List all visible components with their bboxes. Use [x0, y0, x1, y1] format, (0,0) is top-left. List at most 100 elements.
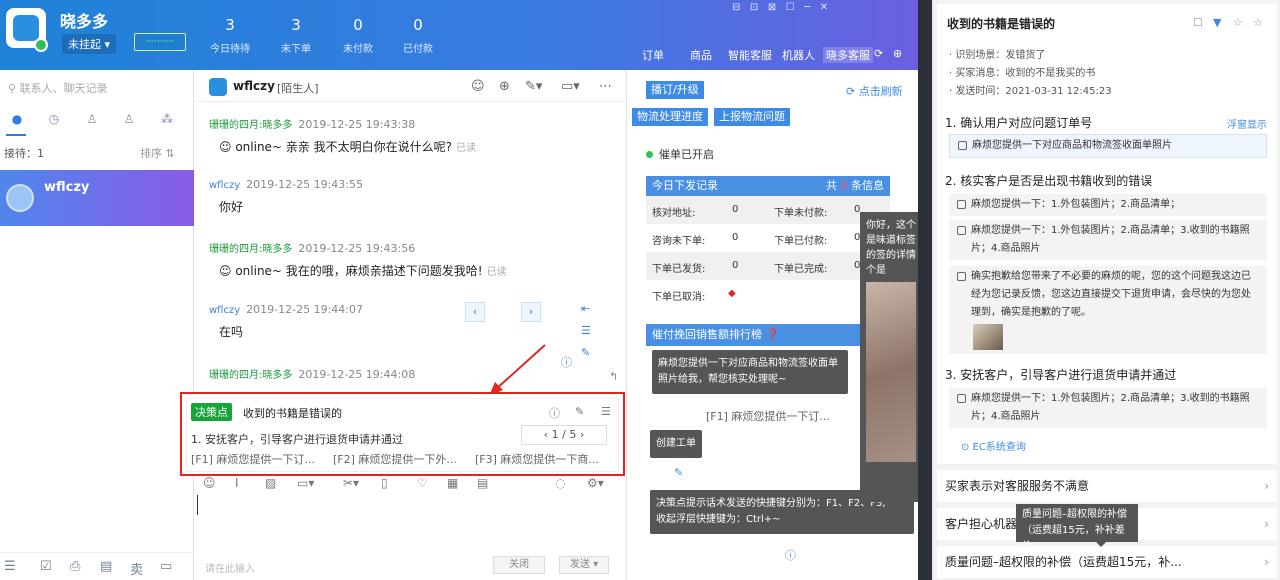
nav-xiaoduo-service[interactable]: 晓多客服	[823, 47, 873, 63]
quick-reply-f2[interactable]: [F2] 麻烦您提供一下外...	[333, 451, 457, 467]
list-item[interactable]: 买家表示对客服服务不满意 ›	[937, 470, 1277, 502]
stat-paid[interactable]: 0 已付款	[388, 16, 448, 55]
activity-indicator: ··········	[134, 33, 186, 51]
more-icon[interactable]: ⋯	[599, 79, 612, 94]
store-icon[interactable]: ▤	[100, 559, 112, 574]
contact-item[interactable]: wflczy	[0, 170, 194, 226]
info-icon[interactable]: ⓘ	[785, 547, 796, 563]
heart-icon[interactable]: ♡	[417, 476, 428, 490]
meta-send-time: · 发送时间：2021-03-31 12:45:23	[949, 86, 1112, 97]
sell-icon[interactable]: 卖	[130, 559, 143, 578]
window-controls[interactable]: ⊟ ⊡ ⊠ ☐ ─ ✕	[732, 2, 828, 13]
create-ticket-icon[interactable]: ✎	[674, 466, 683, 479]
step-3: 3. 安抚客户，引导客户进行退货申请并通过	[945, 368, 1177, 382]
nav-robot[interactable]: 机器人	[782, 47, 815, 63]
video-icon[interactable]: ▭▾	[561, 79, 580, 94]
note-icon[interactable]: ✎▾	[525, 79, 542, 94]
emoji-chat-icon[interactable]: ☺	[471, 79, 485, 94]
checkbox-icon	[957, 226, 966, 235]
refresh-button[interactable]: ⟳ 点击刷新	[846, 83, 903, 99]
panel-title: 收到的书籍是错误的	[947, 17, 1056, 31]
collapse-icon[interactable]: ⇤	[581, 302, 590, 315]
print-icon[interactable]: ⎙	[70, 559, 80, 574]
doc-icon[interactable]: ▤	[477, 476, 488, 490]
sort-button[interactable]: 排序 ⇅	[140, 145, 175, 161]
contact-tab-icon[interactable]: ♙	[84, 112, 100, 128]
edit-icon[interactable]: ☐	[1193, 16, 1203, 29]
info-icon[interactable]: ⓘ	[549, 405, 560, 421]
chat-avatar	[209, 78, 227, 96]
product-thumbnail[interactable]	[973, 324, 1003, 350]
edit-icon[interactable]: ✎	[575, 405, 584, 418]
edit-icon[interactable]: ✎	[581, 346, 590, 359]
cursor-icon[interactable]: Ⅰ	[235, 476, 239, 490]
prev-message-button[interactable]: ‹	[465, 302, 485, 322]
receive-count: 接待：1	[4, 147, 44, 160]
folder-icon[interactable]: ▭▾	[297, 476, 314, 490]
message-3: 珊珊的四月:晓多多 2019-12-25 19:43:56 ☺ online~ 我…	[209, 240, 507, 279]
nav-products[interactable]: 商品	[690, 47, 712, 63]
logistics-progress-button[interactable]: 物流处理进度	[632, 108, 708, 126]
user-add-icon[interactable]: ⊕	[499, 79, 510, 94]
contact-search[interactable]: ⚲ 联系人、聊天记录	[8, 80, 108, 96]
task-icon[interactable]: ☑	[40, 559, 52, 574]
message-sender: 珊珊的四月:晓多多	[209, 244, 293, 255]
status-dropdown[interactable]: 未挂起 ▾	[62, 34, 117, 54]
refresh-icon[interactable]: ⟳	[874, 47, 883, 60]
chat-panel: wflczy [陌生人] ☺ ⊕ ✎▾ ▭▾ ⋯ 珊珊的四月:晓多多 2019-1…	[180, 70, 627, 580]
text-cursor[interactable]	[197, 495, 198, 515]
add-icon[interactable]: ⊕	[893, 47, 902, 60]
nav-orders[interactable]: 订单	[642, 47, 664, 63]
history-tab-icon[interactable]: ◷	[46, 112, 62, 128]
annotation-arrow	[489, 344, 546, 396]
notification-icon[interactable]: ↰	[609, 370, 618, 383]
image-icon[interactable]: ▨	[265, 476, 276, 490]
nav-smart-service[interactable]: 智能客服	[728, 47, 772, 63]
chat-bubble-icon[interactable]: ◌	[555, 476, 565, 490]
chevron-right-icon: ›	[1264, 555, 1269, 569]
quick-reply-f3[interactable]: [F3] 麻烦您提供一下商...	[475, 451, 599, 467]
group-tab-icon[interactable]: ♙	[121, 112, 137, 128]
step2-option-1[interactable]: 麻烦您提供一下：1.外包装图片；2.商品清单；	[949, 194, 1267, 216]
list-item[interactable]: 质量问题–超权限的补偿（运费超15元，补... ›	[937, 546, 1277, 578]
send-button[interactable]: 发送 ▾	[559, 556, 609, 574]
message-input[interactable]: 请在此输入	[205, 560, 255, 575]
stat-today[interactable]: 3 今日待待	[200, 16, 260, 55]
message-time: 2019-12-25 19:44:08	[298, 368, 416, 381]
message-2: wflczy 2019-12-25 19:43:55 你好	[209, 178, 363, 215]
decision-pager[interactable]: ‹ 1 / 5 ›	[521, 425, 607, 445]
step3-option[interactable]: 麻烦您提供一下：1.外包装图片；2.商品清单；3.收到的书籍照片；4.商品照片	[949, 388, 1267, 428]
stat-unordered[interactable]: 3 未下单	[266, 16, 326, 55]
report-logistics-button[interactable]: 上报物流问题	[714, 108, 790, 126]
scissors-icon[interactable]: ✂▾	[343, 476, 359, 490]
ec-system-link[interactable]: ⊙ EC系统查询	[961, 438, 1026, 453]
float-window-link[interactable]: 浮窗显示	[1227, 116, 1267, 131]
chat-contact-name: wflczy	[233, 79, 275, 93]
chevron-right-icon: ›	[1264, 517, 1269, 531]
message-text: ☺ online~ 我在的哦，麻烦亲描述下问题发我哈!	[219, 264, 483, 278]
stat-unpaid[interactable]: 0 未付款	[328, 16, 388, 55]
quick-reply-f1[interactable]: [F1] 麻烦您提供一下订...	[191, 451, 315, 467]
collapse-icon[interactable]: ☰	[601, 405, 611, 418]
chat-tab-icon[interactable]: ●	[9, 112, 25, 128]
emoji-icon[interactable]: ☺	[203, 476, 216, 490]
menu-icon[interactable]: ☰	[4, 559, 16, 574]
star-outline-icon[interactable]: ☆	[1253, 16, 1263, 29]
phone-icon[interactable]: ▯	[381, 476, 388, 490]
star-icon[interactable]: ☆	[1233, 16, 1243, 29]
pin-icon[interactable]: ▼	[1213, 16, 1221, 29]
message-sender: wflczy	[209, 305, 241, 316]
next-message-button[interactable]: ›	[521, 302, 541, 322]
rank-header[interactable]: 催付挽回销售额排行榜 ❓	[646, 324, 876, 346]
calc-icon[interactable]: ▦	[447, 476, 458, 490]
decision-card: 收到的书籍是错误的 ☐ ▼ ☆ ☆ · 识别场景：发错货了 · 买家消息：收到的…	[937, 4, 1277, 464]
close-button[interactable]: 关闭	[493, 556, 545, 574]
team-tab-icon[interactable]: ⁂	[159, 112, 175, 128]
list-icon[interactable]: ☰	[581, 324, 591, 337]
step1-option[interactable]: 麻烦您提供一下对应商品和物流签收面单照片	[949, 134, 1267, 158]
upgrade-button[interactable]: 播订/升级	[646, 81, 704, 99]
window-icon[interactable]: ▭	[160, 559, 172, 574]
overlay-text: 你好，这个是味道标签的签的详情个是	[866, 220, 916, 276]
step2-option-2[interactable]: 麻烦您提供一下：1.外包装图片；2.商品清单；3.收到的书籍照片；4.商品照片	[949, 220, 1267, 260]
settings-icon[interactable]: ⚙▾	[587, 476, 604, 490]
